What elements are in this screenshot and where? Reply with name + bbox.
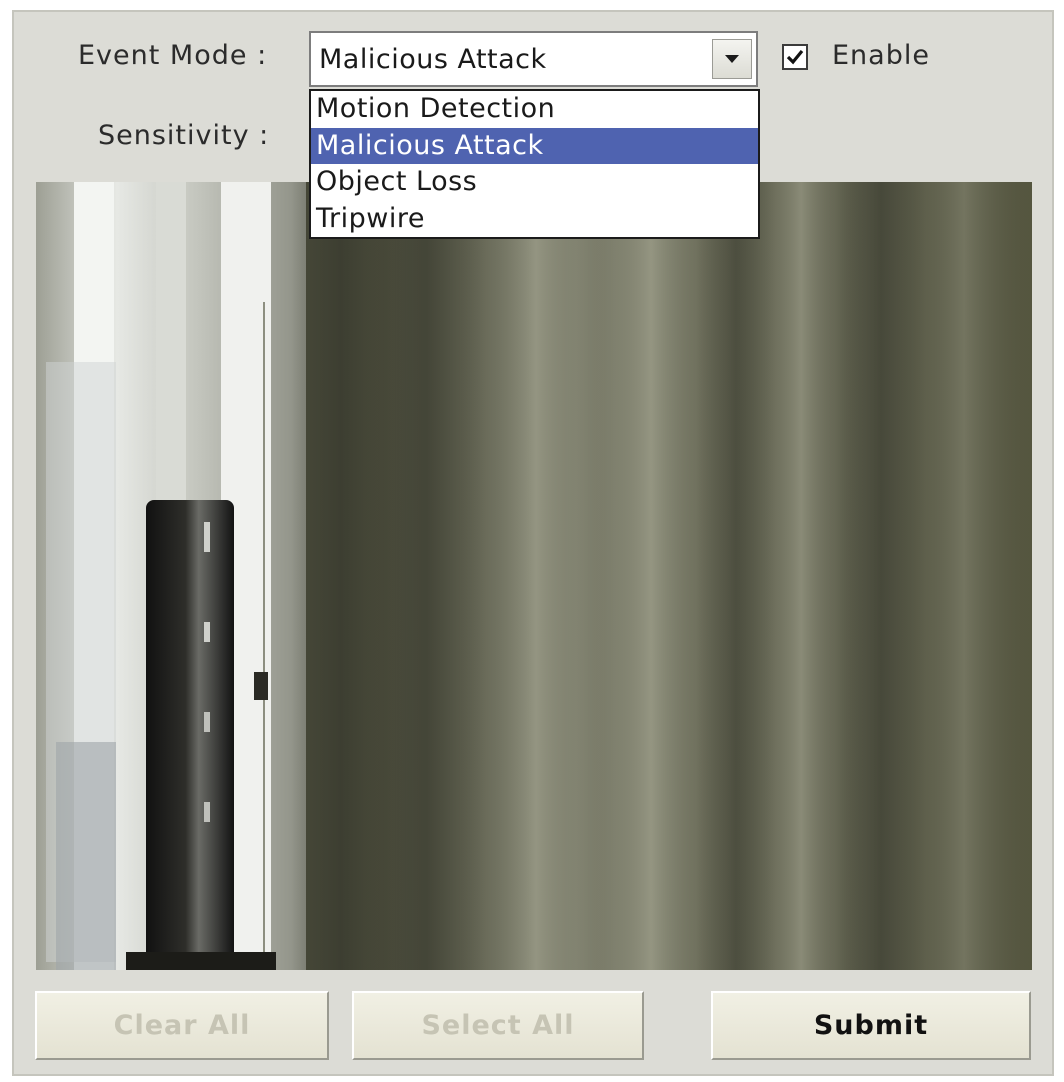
event-mode-selected-value: Malicious Attack (319, 44, 547, 75)
camera-view-curtains (36, 182, 1032, 970)
event-mode-label: Event Mode : (78, 40, 268, 71)
select-all-button[interactable]: Select All (352, 991, 644, 1060)
option-object-loss[interactable]: Object Loss (311, 164, 758, 201)
option-motion-detection[interactable]: Motion Detection (311, 91, 758, 128)
enable-checkbox[interactable] (782, 44, 808, 70)
event-mode-select[interactable]: Malicious Attack (309, 31, 758, 87)
enable-label: Enable (832, 40, 930, 71)
clear-all-button[interactable]: Clear All (35, 991, 329, 1060)
option-malicious-attack[interactable]: Malicious Attack (311, 127, 758, 164)
chevron-down-icon[interactable] (712, 39, 752, 79)
camera-preview-image[interactable] (36, 182, 1032, 970)
submit-button[interactable]: Submit (711, 991, 1031, 1060)
checkmark-icon (786, 49, 804, 65)
event-mode-dropdown-list[interactable]: Motion Detection Malicious Attack Object… (309, 89, 760, 239)
sensitivity-label: Sensitivity : (98, 120, 270, 151)
option-tripwire[interactable]: Tripwire (311, 201, 758, 238)
